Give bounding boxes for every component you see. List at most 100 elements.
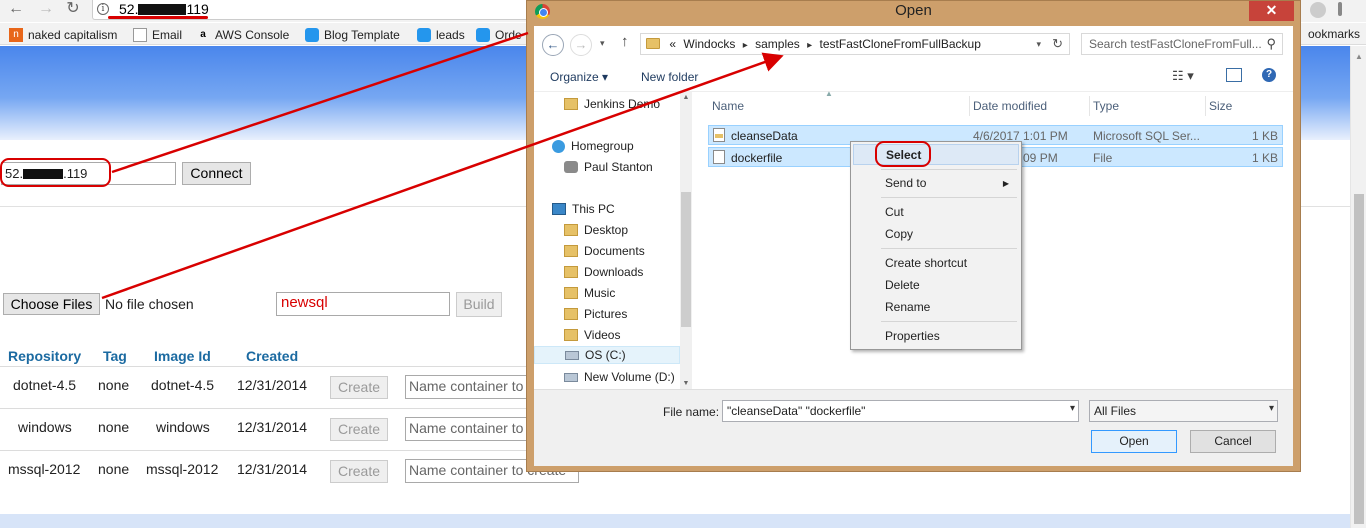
n-logo-icon: n: [9, 28, 23, 42]
column-header-name[interactable]: Name: [712, 99, 744, 113]
extension-icon[interactable]: [1310, 2, 1326, 18]
column-divider[interactable]: [1205, 96, 1206, 116]
scroll-up-icon[interactable]: ▲: [1351, 50, 1366, 64]
nav-item-new-volume-d[interactable]: New Volume (D:): [564, 368, 675, 386]
menu-item-properties[interactable]: Properties: [853, 326, 1019, 347]
sql-file-icon: [713, 128, 725, 142]
nav-item-pictures[interactable]: Pictures: [564, 305, 627, 323]
up-arrow-icon[interactable]: ↑: [621, 33, 629, 50]
table-cell-tag: none: [98, 419, 130, 435]
nav-item-videos[interactable]: Videos: [564, 326, 620, 344]
file-type-select[interactable]: All Files ▾: [1089, 400, 1278, 422]
bookmark-email[interactable]: Email: [133, 27, 182, 43]
bookmark-aws-console[interactable]: a AWS Console: [196, 27, 289, 43]
scrollbar-thumb[interactable]: [681, 192, 691, 327]
column-divider[interactable]: [1089, 96, 1090, 116]
table-cell-image-id: mssql-2012: [146, 461, 219, 477]
table-cell-image-id: dotnet-4.5: [151, 377, 215, 393]
chevron-down-icon[interactable]: ▾: [1070, 403, 1075, 414]
nav-item-desktop[interactable]: Desktop: [564, 221, 628, 239]
breadcrumb[interactable]: « Windocks ▸ samples ▸ testFastCloneFrom…: [640, 33, 1070, 55]
folder-icon: [646, 38, 660, 49]
refresh-icon[interactable]: ↻: [1052, 34, 1063, 54]
table-cell-repository: dotnet-4.5: [13, 377, 77, 393]
bookmark-blog-template[interactable]: Blog Template: [305, 27, 400, 43]
menu-item-copy[interactable]: Copy: [853, 224, 1019, 245]
nav-item-documents[interactable]: Documents: [564, 242, 645, 260]
table-cell-repository: mssql-2012: [8, 461, 81, 477]
column-header-type[interactable]: Type: [1093, 99, 1119, 113]
build-name-input[interactable]: newsql: [276, 292, 450, 316]
back-arrow-icon[interactable]: ←: [6, 0, 26, 20]
nav-item-this-pc[interactable]: This PC: [552, 200, 615, 218]
breadcrumb-windocks[interactable]: Windocks: [683, 37, 735, 51]
bookmark-leads[interactable]: leads: [417, 27, 465, 43]
sort-ascending-icon: ▲: [825, 89, 833, 98]
folder-icon: [564, 245, 578, 257]
create-button[interactable]: Create: [330, 376, 388, 399]
open-button[interactable]: Open: [1091, 430, 1177, 453]
user-icon: [564, 161, 578, 173]
menu-item-cut[interactable]: Cut: [853, 202, 1019, 223]
create-button[interactable]: Create: [330, 460, 388, 483]
choose-files-button[interactable]: Choose Files: [3, 293, 100, 315]
nav-item-music[interactable]: Music: [564, 284, 615, 302]
nav-item-jenkins-demo[interactable]: Jenkins Demo: [564, 95, 660, 113]
page-scrollbar[interactable]: ▲: [1350, 46, 1366, 528]
menu-dots-icon[interactable]: [1338, 2, 1342, 16]
chevron-down-icon[interactable]: ▾: [1269, 403, 1274, 414]
file-name-input[interactable]: "cleanseData" "dockerfile" ▾: [722, 400, 1079, 422]
scroll-up-icon[interactable]: ▲: [680, 94, 692, 101]
drive-icon: [564, 372, 578, 382]
select-annotation-ring: [875, 141, 931, 167]
breadcrumb-overflow[interactable]: «: [669, 37, 676, 51]
docker-icon: [417, 28, 431, 42]
column-header-date-modified[interactable]: Date modified: [973, 99, 1047, 113]
breadcrumb-samples[interactable]: samples: [755, 37, 800, 51]
file-size: 1 KB: [1251, 129, 1278, 143]
menu-item-rename[interactable]: Rename: [853, 297, 1019, 318]
submenu-arrow-icon: ▶: [1002, 179, 1009, 188]
view-options-icon[interactable]: ☷ ▾: [1172, 68, 1194, 84]
column-header-created: Created: [246, 348, 299, 364]
forward-arrow-icon[interactable]: →: [570, 34, 592, 56]
table-cell-repository: windows: [18, 419, 72, 435]
menu-item-delete[interactable]: Delete: [853, 275, 1019, 296]
table-cell-created: 12/31/2014: [237, 461, 308, 477]
nav-item-downloads[interactable]: Downloads: [564, 263, 643, 281]
nav-pane-scrollbar[interactable]: ▲ ▼: [680, 92, 692, 389]
recent-locations-icon[interactable]: ▾: [600, 38, 605, 49]
cancel-button[interactable]: Cancel: [1190, 430, 1276, 453]
build-button[interactable]: Build: [456, 292, 502, 317]
preview-pane-icon[interactable]: [1226, 68, 1242, 82]
scrollbar-thumb[interactable]: [1354, 194, 1364, 524]
column-header-size[interactable]: Size: [1209, 99, 1232, 113]
connect-button[interactable]: Connect: [182, 162, 251, 185]
nav-item-paul-stanton[interactable]: Paul Stanton: [564, 158, 653, 176]
search-input[interactable]: Search testFastCloneFromFull... ⚲: [1081, 33, 1283, 55]
close-icon[interactable]: ✕: [1249, 1, 1294, 21]
site-info-icon[interactable]: i: [97, 3, 109, 15]
bookmark-naked-capitalism[interactable]: n naked capitalism: [9, 27, 117, 43]
nav-item-os-c[interactable]: OS (C:): [534, 346, 680, 364]
menu-divider: [881, 248, 1017, 249]
breadcrumb-current-folder[interactable]: testFastCloneFromFullBackup: [820, 37, 981, 51]
back-arrow-icon[interactable]: ←: [542, 34, 564, 56]
new-folder-button[interactable]: New folder: [641, 70, 698, 84]
nav-item-homegroup[interactable]: Homegroup: [552, 137, 634, 155]
organize-menu[interactable]: Organize ▾: [550, 70, 608, 84]
create-button[interactable]: Create: [330, 418, 388, 441]
computer-icon: [552, 203, 566, 215]
reload-icon[interactable]: ↻: [63, 0, 83, 20]
chevron-down-icon[interactable]: ▾: [1036, 34, 1041, 54]
scroll-down-icon[interactable]: ▼: [680, 380, 692, 387]
forward-arrow-icon[interactable]: →: [36, 0, 56, 20]
other-bookmarks[interactable]: ookmarks: [1308, 27, 1360, 41]
column-divider[interactable]: [969, 96, 970, 116]
table-cell-created: 12/31/2014: [237, 377, 308, 393]
chevron-right-icon: ▸: [807, 40, 813, 51]
menu-item-send-to[interactable]: Send to ▶: [853, 173, 1019, 194]
bookmark-orde[interactable]: Orde: [476, 27, 522, 43]
help-icon[interactable]: ?: [1262, 68, 1276, 82]
menu-item-create-shortcut[interactable]: Create shortcut: [853, 253, 1019, 274]
